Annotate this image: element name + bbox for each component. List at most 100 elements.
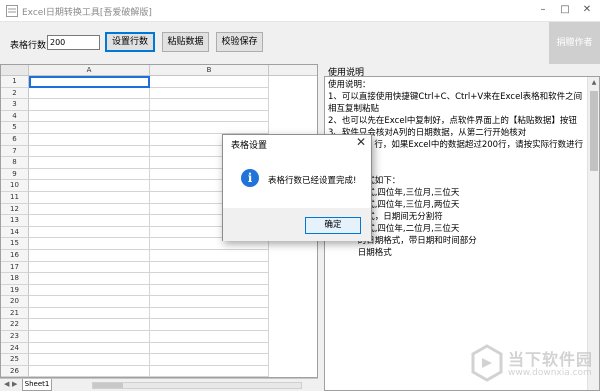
column-header-b[interactable]: B: [150, 65, 269, 76]
title-bar: Excel日期转换工具[吾爱破解版] – □ ✕: [0, 0, 600, 22]
grid-cell-a[interactable]: [29, 365, 150, 377]
paste-data-button[interactable]: 粘贴数据: [162, 32, 209, 52]
row-header[interactable]: 13: [1, 215, 29, 227]
row-header[interactable]: 10: [1, 180, 29, 192]
dialog-title: 表格设置: [231, 141, 268, 151]
row-header[interactable]: 17: [1, 261, 29, 274]
dialog-close-icon[interactable]: ✕: [356, 135, 366, 149]
grid-cell-b[interactable]: [150, 122, 269, 134]
grid-cell-b[interactable]: [150, 76, 269, 88]
row-header[interactable]: 18: [1, 273, 29, 285]
grid-cell-a[interactable]: [29, 110, 150, 123]
watermark-url: www.downxia.com: [508, 368, 592, 378]
row-header[interactable]: 26: [1, 365, 29, 377]
grid-cell-a[interactable]: [29, 307, 150, 320]
row-header[interactable]: 4: [1, 110, 29, 123]
table-row: 5: [1, 122, 317, 134]
grid-cell-a[interactable]: [29, 157, 150, 169]
row-header[interactable]: 11: [1, 191, 29, 204]
grid-cell-a[interactable]: [29, 145, 150, 158]
grid-cell-a[interactable]: [29, 215, 150, 227]
grid-cell-b[interactable]: [150, 331, 269, 343]
row-header[interactable]: 6: [1, 133, 29, 146]
grid-cell-b[interactable]: [150, 354, 269, 366]
grid-cell-b[interactable]: [150, 296, 269, 308]
table-row: 18: [1, 273, 317, 285]
scroll-up-icon[interactable]: ▲: [588, 77, 599, 89]
verify-save-button[interactable]: 校验保存: [216, 32, 263, 52]
row-header[interactable]: 22: [1, 319, 29, 332]
grid-cell-a[interactable]: [29, 203, 150, 216]
grid-cell-b[interactable]: [150, 284, 269, 297]
ok-button[interactable]: 确定: [305, 217, 361, 234]
grid-cell-b[interactable]: [150, 342, 269, 355]
watermark: 当下软件园 www.downxia.com: [468, 342, 596, 386]
dialog-footer: 确定: [223, 208, 371, 241]
grid-cell-a[interactable]: [29, 99, 150, 111]
watermark-logo-icon: [471, 344, 503, 382]
grid-cell-b[interactable]: [150, 249, 269, 262]
next-sheet-icon[interactable]: ▶: [12, 380, 17, 388]
table-row: 17: [1, 261, 317, 274]
row-header[interactable]: 16: [1, 249, 29, 262]
grid-cell-a[interactable]: [29, 191, 150, 204]
grid-cell-a[interactable]: [29, 354, 150, 366]
rows-input[interactable]: [47, 35, 100, 50]
set-rows-button[interactable]: 设置行数: [105, 32, 155, 52]
grid-cell-a[interactable]: [29, 122, 150, 134]
row-header[interactable]: 7: [1, 145, 29, 158]
close-button[interactable]: ✕: [576, 0, 598, 22]
grid-cell-a[interactable]: [29, 261, 150, 274]
grid-cell-a[interactable]: [29, 76, 150, 88]
grid-cell-a[interactable]: [29, 87, 150, 100]
grid-cell-a[interactable]: [29, 296, 150, 308]
grid-cell-b[interactable]: [150, 110, 269, 123]
maximize-button[interactable]: □: [554, 0, 576, 22]
grid-cell-a[interactable]: [29, 331, 150, 343]
horizontal-scrollbar[interactable]: [92, 382, 302, 389]
grid-cell-b[interactable]: [150, 273, 269, 285]
minimize-button[interactable]: –: [532, 0, 554, 22]
row-header[interactable]: 1: [1, 76, 29, 88]
grid-cell-b[interactable]: [150, 319, 269, 332]
grid-cell-b[interactable]: [150, 99, 269, 111]
sheet-tab[interactable]: Sheet1: [22, 379, 52, 391]
select-all-corner[interactable]: [1, 65, 29, 76]
horizontal-scroll-thumb[interactable]: [93, 383, 123, 388]
grid-cell-a[interactable]: [29, 226, 150, 239]
row-header[interactable]: 14: [1, 226, 29, 239]
grid-cell-b[interactable]: [150, 307, 269, 320]
grid-cell-a[interactable]: [29, 133, 150, 146]
grid-cell-a[interactable]: [29, 238, 150, 250]
vertical-scroll-thumb[interactable]: [590, 91, 598, 171]
grid-cell-a[interactable]: [29, 168, 150, 181]
grid-cell-a[interactable]: [29, 180, 150, 192]
row-header[interactable]: 25: [1, 354, 29, 366]
grid-cell-a[interactable]: [29, 342, 150, 355]
grid-cell-b[interactable]: [150, 365, 269, 377]
row-header[interactable]: 20: [1, 296, 29, 308]
row-header[interactable]: 3: [1, 99, 29, 111]
grid-cell-a[interactable]: [29, 273, 150, 285]
table-row: 2: [1, 87, 317, 100]
toolbar: 表格行数 设置行数 粘贴数据 校验保存: [0, 22, 600, 64]
row-header[interactable]: 15: [1, 238, 29, 250]
row-header[interactable]: 8: [1, 157, 29, 169]
row-header[interactable]: 5: [1, 122, 29, 134]
grid-cell-a[interactable]: [29, 284, 150, 297]
row-header[interactable]: 24: [1, 342, 29, 355]
grid-cell-a[interactable]: [29, 249, 150, 262]
row-header[interactable]: 23: [1, 331, 29, 343]
prev-sheet-icon[interactable]: ◀: [4, 380, 9, 388]
sheet-bar: ◀ ▶ Sheet1: [0, 378, 318, 391]
grid-cell-a[interactable]: [29, 319, 150, 332]
column-header-a[interactable]: A: [29, 65, 150, 76]
row-header[interactable]: 12: [1, 203, 29, 216]
grid-cell-b[interactable]: [150, 87, 269, 100]
grid-cell-b[interactable]: [150, 261, 269, 274]
row-header[interactable]: 19: [1, 284, 29, 297]
donate-author-button[interactable]: 捐赠作者: [549, 22, 600, 64]
row-header[interactable]: 9: [1, 168, 29, 181]
row-header[interactable]: 2: [1, 87, 29, 100]
row-header[interactable]: 21: [1, 307, 29, 320]
